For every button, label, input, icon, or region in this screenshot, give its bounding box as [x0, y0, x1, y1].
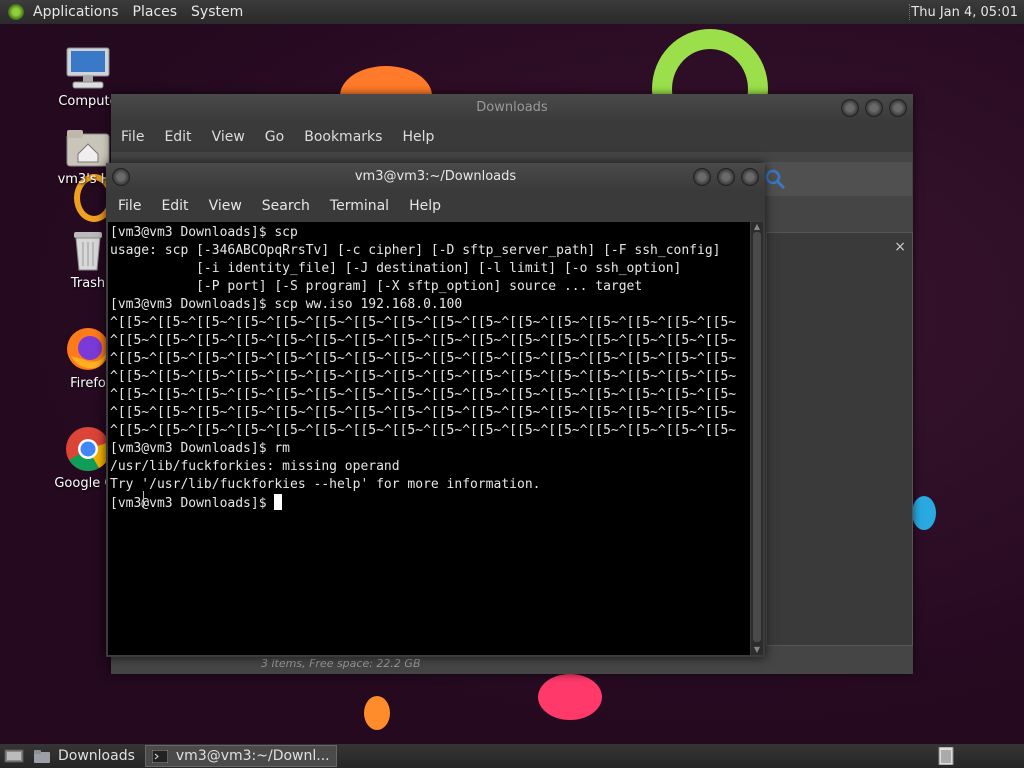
clock[interactable]: Thu Jan 4, 05:01	[911, 5, 1018, 20]
menu-search[interactable]: Search	[252, 198, 320, 214]
terminal-line: ^[[5~^[[5~^[[5~^[[5~^[[5~^[[5~^[[5~^[[5~…	[110, 387, 737, 402]
system-menu[interactable]: System	[184, 4, 250, 20]
menu-view[interactable]: View	[202, 129, 255, 145]
window-title: vm3@vm3:~/Downloads	[354, 169, 517, 184]
search-icon[interactable]	[764, 168, 786, 190]
terminal-line: /usr/lib/fuckforkies: missing operand	[110, 459, 400, 474]
close-icon[interactable]: ×	[894, 239, 906, 255]
trash-icon	[68, 228, 108, 272]
terminal-menubar: File Edit View Search Terminal Help	[106, 191, 765, 220]
menu-file[interactable]: File	[108, 198, 151, 214]
terminal-line: ^[[5~^[[5~^[[5~^[[5~^[[5~^[[5~^[[5~^[[5~…	[110, 369, 737, 384]
trash-applet-icon[interactable]	[938, 747, 954, 765]
menu-file[interactable]: File	[111, 129, 154, 145]
firefox-icon	[65, 326, 111, 372]
terminal-prompt-line: [vm3@vm3 Downloads]$	[110, 494, 750, 513]
terminal-line: [-i identity_file] [-J destination] [-l …	[110, 261, 682, 276]
terminal-line: ^[[5~^[[5~^[[5~^[[5~^[[5~^[[5~^[[5~^[[5~…	[110, 315, 737, 330]
menu-bookmarks[interactable]: Bookmarks	[294, 129, 392, 145]
ibeam-cursor-icon	[143, 491, 150, 507]
terminal-line: usage: scp [-346ABCOpqRrsTv] [-c cipher]…	[110, 243, 721, 258]
taskbar-item-terminal[interactable]: vm3@vm3:~/Downl...	[144, 745, 337, 767]
folder-icon	[34, 749, 50, 763]
file-manager-titlebar[interactable]: Downloads	[111, 94, 913, 122]
file-manager-status: 3 items, Free space: 22.2 GB	[261, 657, 421, 670]
taskbar-item-label: Downloads	[58, 748, 135, 764]
decor-orange-dot	[364, 696, 390, 730]
terminal-prompt: [vm3@vm3 Downloads]$	[110, 496, 275, 511]
file-manager-menubar: File Edit View Go Bookmarks Help	[111, 122, 913, 152]
terminal-line: [vm3@vm3 Downloads]$ scp ww.iso 192.168.…	[110, 297, 463, 312]
menu-edit[interactable]: Edit	[151, 198, 198, 214]
computer-icon	[65, 46, 111, 90]
close-button[interactable]	[889, 99, 907, 117]
menu-help[interactable]: Help	[392, 129, 444, 145]
taskbar-item-downloads[interactable]: Downloads	[28, 746, 141, 766]
applications-menu[interactable]: Applications	[26, 4, 126, 20]
terminal-output[interactable]: [vm3@vm3 Downloads]$ scp usage: scp [-346…	[108, 222, 750, 655]
taskbar-item-label: vm3@vm3:~/Downl...	[175, 748, 330, 764]
terminal-line: [vm3@vm3 Downloads]$ rm	[110, 441, 291, 456]
terminal-line: ^[[5~^[[5~^[[5~^[[5~^[[5~^[[5~^[[5~^[[5~…	[110, 423, 737, 438]
menu-help[interactable]: Help	[399, 198, 451, 214]
window-menu-button[interactable]	[112, 168, 130, 186]
desktop-icon-label: Compute	[58, 94, 118, 109]
menu-terminal[interactable]: Terminal	[320, 198, 399, 214]
decor-blue-dot	[912, 496, 936, 530]
decor-pink-blob	[538, 674, 602, 720]
terminal-icon	[151, 749, 168, 763]
terminal-line: Try '/usr/lib/fuckforkies --help' for mo…	[110, 477, 541, 492]
terminal-scrollbar[interactable]: ▲ ▼	[751, 222, 763, 655]
window-title: Downloads	[476, 100, 548, 115]
menu-view[interactable]: View	[199, 198, 252, 214]
home-folder-icon	[66, 128, 110, 168]
terminal-line: ^[[5~^[[5~^[[5~^[[5~^[[5~^[[5~^[[5~^[[5~…	[110, 333, 737, 348]
menu-go[interactable]: Go	[255, 129, 294, 145]
terminal-line: ^[[5~^[[5~^[[5~^[[5~^[[5~^[[5~^[[5~^[[5~…	[110, 405, 737, 420]
scroll-down-arrow-icon[interactable]: ▼	[752, 646, 762, 654]
terminal-window[interactable]: vm3@vm3:~/Downloads File Edit View Searc…	[106, 163, 765, 657]
distro-logo-icon[interactable]	[8, 4, 24, 20]
file-manager-pane[interactable]: ×	[766, 232, 913, 646]
terminal-line: [-P port] [-S program] [-X sftp_option] …	[110, 279, 643, 294]
chrome-icon	[65, 426, 111, 472]
maximize-button[interactable]	[865, 99, 883, 117]
menu-edit[interactable]: Edit	[154, 129, 201, 145]
scrollbar-thumb[interactable]	[753, 232, 761, 642]
file-manager-toolbar	[764, 162, 912, 196]
maximize-button[interactable]	[717, 168, 735, 186]
desktop-icon-label: Firefo	[70, 376, 106, 391]
bottom-panel: Downloads vm3@vm3:~/Downl...	[0, 744, 1024, 768]
minimize-button[interactable]	[693, 168, 711, 186]
terminal-line: [vm3@vm3 Downloads]$ scp	[110, 225, 298, 240]
terminal-line: ^[[5~^[[5~^[[5~^[[5~^[[5~^[[5~^[[5~^[[5~…	[110, 351, 737, 366]
scroll-up-arrow-icon[interactable]: ▲	[752, 223, 762, 231]
terminal-titlebar[interactable]: vm3@vm3:~/Downloads	[106, 163, 765, 191]
close-button[interactable]	[741, 168, 759, 186]
places-menu[interactable]: Places	[126, 4, 185, 20]
minimize-button[interactable]	[841, 99, 859, 117]
top-panel: Applications Places System Thu Jan 4, 05…	[0, 0, 1024, 24]
text-cursor	[274, 494, 283, 510]
show-desktop-icon[interactable]	[4, 748, 24, 764]
desktop-icon-label: Trash	[70, 276, 106, 291]
